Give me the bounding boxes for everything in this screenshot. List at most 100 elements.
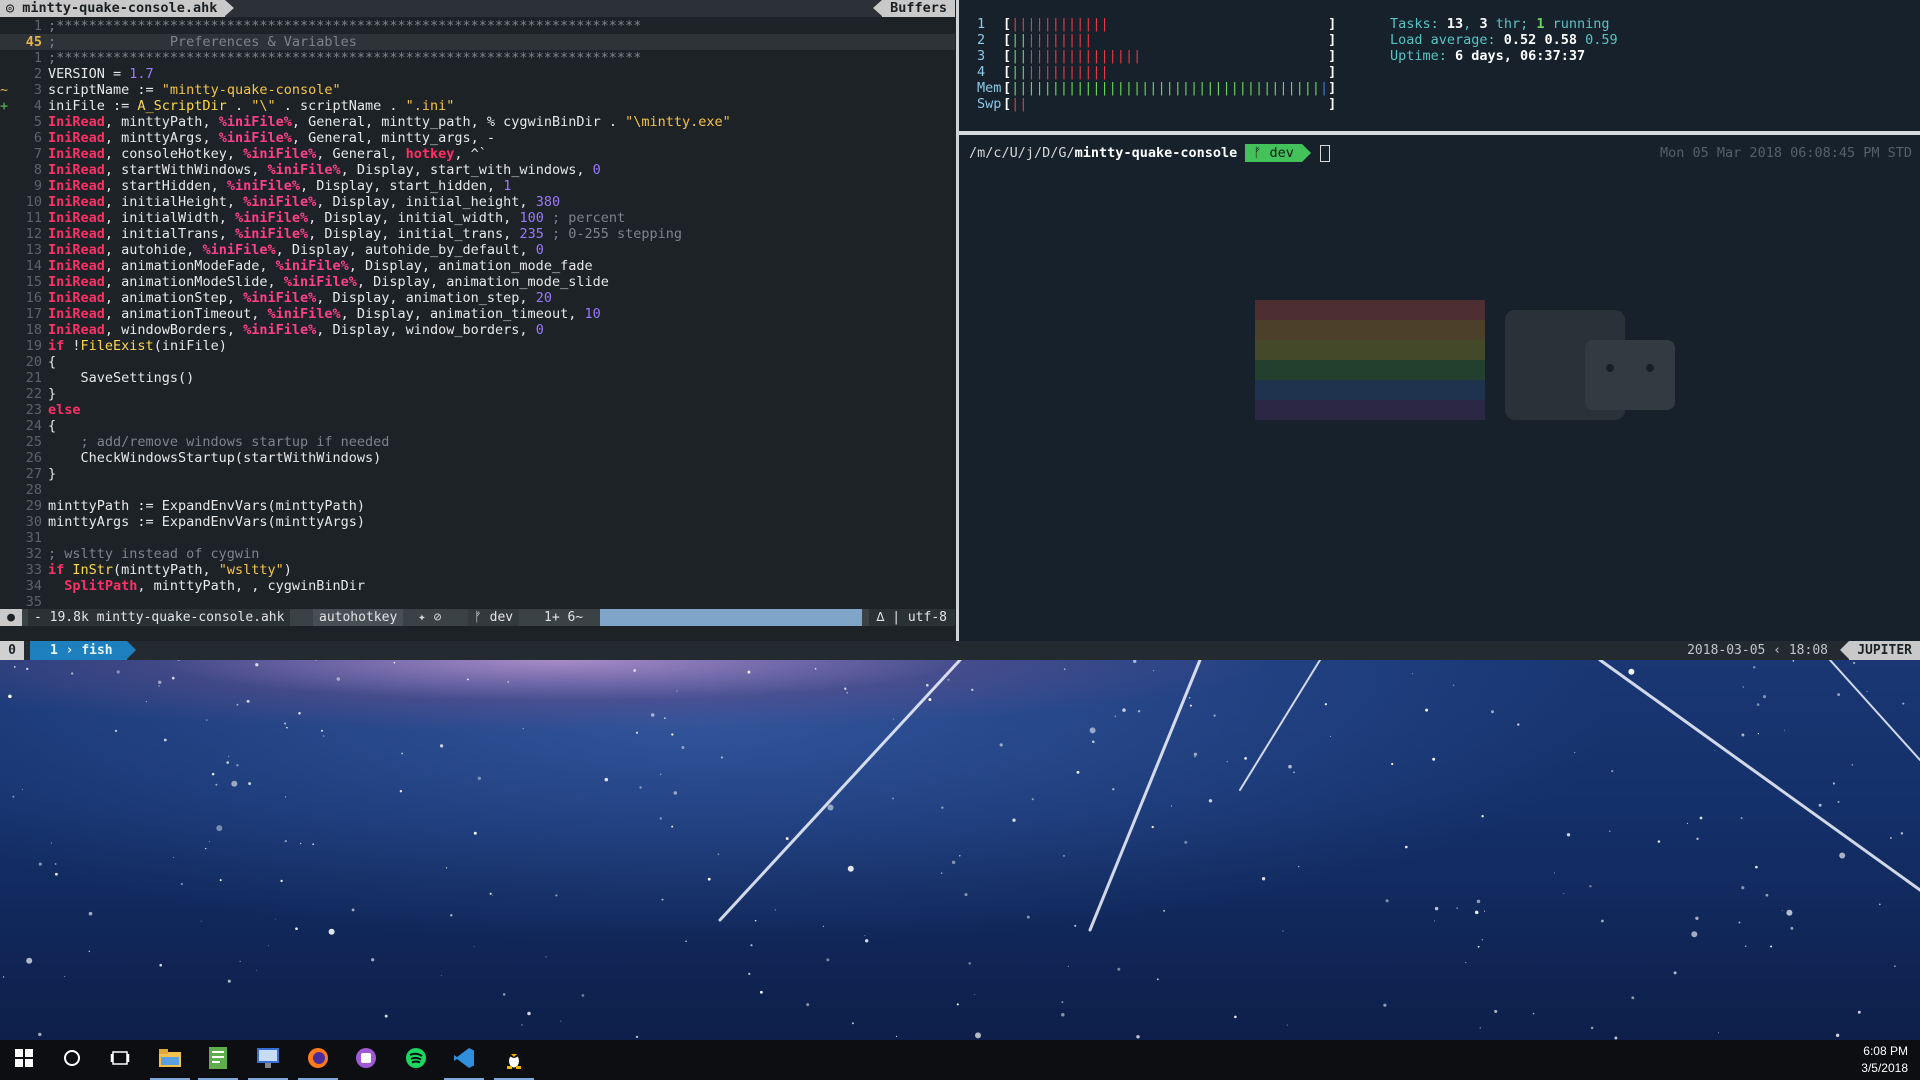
code-buffer[interactable]: 1 ;**************************************… — [0, 18, 955, 610]
code-line[interactable]: 30 minttyArgs := ExpandEnvVars(minttyArgs… — [0, 514, 955, 530]
code-token: IniRead — [48, 130, 105, 146]
code-token: IniRead — [48, 162, 105, 178]
star — [450, 914, 453, 917]
code-line[interactable]: 24 { — [0, 418, 955, 434]
shell-prompt[interactable]: /m/c/U/j/D/G/mintty-quake-console ᚠ dev — [969, 144, 1330, 162]
code-line[interactable]: +4 iniFile := A_ScriptDir . "\" . scriptN… — [0, 98, 955, 114]
code-line[interactable]: 17 IniRead, animationTimeout, %iniFile%, … — [0, 306, 955, 322]
code-line[interactable]: 6 IniRead, minttyArgs, %iniFile%, General… — [0, 130, 955, 146]
star — [785, 837, 789, 840]
star — [171, 676, 175, 680]
code-line[interactable]: 35 — [0, 594, 955, 610]
code-line[interactable]: 32 ; wsltty instead of cygwin — [0, 546, 955, 562]
code-line[interactable]: 31 — [0, 530, 955, 546]
star — [1657, 840, 1661, 843]
code-token: , animationModeFade, — [104, 258, 276, 274]
shell-pane[interactable]: 1 [|||||||||||| ] 2 [|||||||||| ] 3 [||||||||… — [959, 0, 1920, 641]
code-line[interactable]: 16 IniRead, animationStep, %iniFile%, Dis… — [0, 290, 955, 306]
remote-app-button[interactable] — [244, 1040, 292, 1080]
code-token: { — [48, 354, 57, 370]
star — [114, 729, 118, 733]
code-line[interactable]: 8 IniRead, startWithWindows, %iniFile%, D… — [0, 162, 955, 178]
star — [246, 699, 250, 703]
star — [284, 839, 287, 843]
code-line[interactable]: 22} — [0, 386, 955, 402]
buffers-tab[interactable]: Buffers — [873, 0, 955, 17]
code-line[interactable]: 29 minttyPath := ExpandEnvVars(minttyPath… — [0, 498, 955, 514]
code-line[interactable]: 2 VERSION = 1.7 — [0, 66, 955, 82]
code-line[interactable]: 5 IniRead, minttyPath, %iniFile%, General… — [0, 114, 955, 130]
star — [1481, 939, 1483, 941]
htop-meter: 4 [|||||||||||| ] — [977, 64, 1336, 80]
editor-tab-active[interactable]: ◎ mintty-quake-console.ahk — [0, 0, 235, 17]
code-line[interactable]: 13 IniRead, autohide, %iniFile%, Display,… — [0, 242, 955, 258]
vscode-button[interactable] — [440, 1040, 488, 1080]
code-token: , autohide, — [104, 242, 203, 258]
code-line[interactable]: 23 else — [0, 402, 955, 418]
code-line[interactable]: 1 ;**************************************… — [0, 18, 955, 34]
code-line[interactable]: 7 IniRead, consoleHotkey, %iniFile%, Gene… — [0, 146, 955, 162]
code-line[interactable]: 12 IniRead, initialTrans, %iniFile%, Disp… — [0, 226, 955, 242]
code-token: %iniFile% — [226, 178, 300, 194]
star — [255, 663, 259, 667]
task-view-button[interactable] — [96, 1040, 144, 1080]
code-line[interactable]: 25 ; add/remove windows startup if neede… — [0, 434, 955, 450]
code-line[interactable]: 27} — [0, 466, 955, 482]
star — [639, 786, 642, 789]
meter-bracket: ] — [1328, 48, 1337, 64]
star — [750, 944, 753, 947]
code-token: minttyArgs := ExpandEnvVars(minttyArgs) — [48, 514, 365, 530]
code-line[interactable]: 21 SaveSettings() — [0, 370, 955, 386]
code-line[interactable]: 1 ;**************************************… — [0, 50, 955, 66]
star — [754, 919, 757, 922]
line-number: 2 — [33, 66, 42, 82]
terminal-cursor[interactable] — [1319, 144, 1330, 162]
star — [971, 688, 974, 692]
code-line[interactable]: 34 SplitPath, minttyPath, , cygwinBinDir — [0, 578, 955, 594]
star — [1213, 714, 1216, 717]
editor-tab-title: mintty-quake-console.ahk — [22, 0, 218, 16]
tmux-session[interactable]: 0 — [0, 641, 24, 660]
star — [228, 755, 230, 757]
code-line[interactable]: 19 if !FileExist(iniFile) — [0, 338, 955, 354]
line-number: 4 — [33, 98, 42, 114]
star — [1063, 855, 1065, 857]
code-line[interactable]: 33 if InStr(minttyPath, "wsltty") — [0, 562, 955, 578]
firefox-button[interactable] — [294, 1040, 342, 1080]
code-line[interactable]: 9 IniRead, startHidden, %iniFile%, Displa… — [0, 178, 955, 194]
search-button[interactable] — [48, 1040, 96, 1080]
code-token: 100 — [519, 210, 544, 226]
start-button[interactable] — [0, 1040, 48, 1080]
code-line[interactable]: 28 — [0, 482, 955, 498]
code-line[interactable]: 14 IniRead, animationModeFade, %iniFile%,… — [0, 258, 955, 274]
star — [1479, 1027, 1482, 1029]
code-token: IniRead — [48, 242, 105, 258]
tor-button[interactable] — [342, 1040, 390, 1080]
code-token: . scriptName . — [275, 98, 406, 114]
star — [1832, 782, 1835, 785]
task-view-icon — [110, 1049, 130, 1071]
file-explorer-button[interactable] — [146, 1040, 194, 1080]
notepad-button[interactable] — [194, 1040, 242, 1080]
star — [1738, 921, 1741, 924]
tray-clock[interactable]: 6:08 PM 3/5/2018 — [1861, 1043, 1908, 1077]
star — [1112, 788, 1115, 791]
star — [1286, 1024, 1289, 1026]
line-number: 29 — [25, 498, 42, 514]
code-line[interactable]: 10 IniRead, initialHeight, %iniFile%, Dis… — [0, 194, 955, 210]
tmux-window-active[interactable]: 1 › fish — [30, 641, 136, 660]
star — [1755, 865, 1758, 869]
code-line[interactable]: 26 CheckWindowsStartup(startWithWindows) — [0, 450, 955, 466]
code-line[interactable]: 18 IniRead, windowBorders, %iniFile%, Dis… — [0, 322, 955, 338]
code-line[interactable]: 45 ; Preferences & Variables — [0, 34, 955, 50]
code-line[interactable]: ~3 scriptName := "mintty-quake-console" — [0, 82, 955, 98]
code-line[interactable]: 11 IniRead, initialWidth, %iniFile%, Disp… — [0, 210, 955, 226]
terminal-button[interactable] — [490, 1040, 538, 1080]
editor-pane[interactable]: ◎ mintty-quake-console.ahk Buffers 1 ;***… — [0, 0, 955, 641]
code-line[interactable]: 15 IniRead, animationModeSlide, %iniFile%… — [0, 274, 955, 290]
code-token: "\" — [251, 98, 276, 114]
terminal-window[interactable]: ◎ mintty-quake-console.ahk Buffers 1 ;***… — [0, 0, 1920, 660]
code-line[interactable]: 20 { — [0, 354, 955, 370]
line-number: 11 — [25, 210, 42, 226]
spotify-button[interactable] — [392, 1040, 440, 1080]
